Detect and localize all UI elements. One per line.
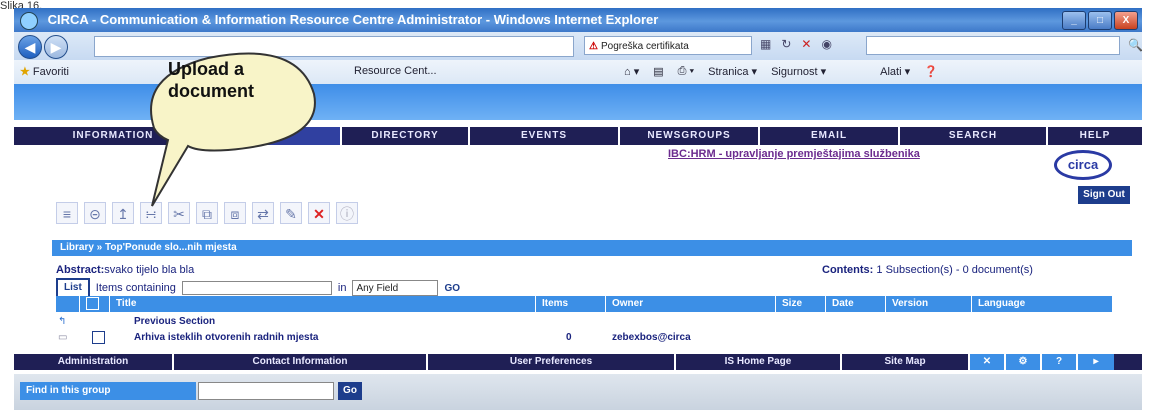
table-row[interactable]: ↰ Previous Section <box>56 314 1112 330</box>
tab-events[interactable]: EVENTS <box>470 127 620 145</box>
breadcrumb[interactable]: Library » Top'Ponude slo...nih mjesta <box>52 240 1132 256</box>
footer-nav: Administration Contact Information User … <box>14 354 1142 370</box>
live-search-icon[interactable]: ◉ <box>821 37 831 51</box>
row-items: 0 <box>566 332 572 343</box>
tab-newsgroups[interactable]: NEWSGROUPS <box>620 127 760 145</box>
forward-arrow-icon[interactable]: ▶ <box>44 35 68 59</box>
close-button[interactable]: X <box>1114 11 1138 30</box>
find-bar: Find in this group Go <box>14 374 1142 410</box>
nav-user-preferences[interactable]: User Preferences <box>428 354 676 370</box>
compat-icon[interactable]: ▦ <box>760 37 771 51</box>
star-icon: ★ <box>20 66 30 78</box>
settings-icon[interactable]: ⚙ <box>1006 354 1042 370</box>
find-label: Find in this group <box>20 382 196 400</box>
back-arrow-icon[interactable]: ◀ <box>18 35 42 59</box>
tab-search[interactable]: SEARCH <box>900 127 1048 145</box>
window-controls: _ □ X <box>1062 11 1138 30</box>
menu-spacer <box>14 127 52 145</box>
col-title[interactable]: Title <box>110 296 536 312</box>
nav-contact-information[interactable]: Contact Information <box>174 354 428 370</box>
remove-section-icon[interactable]: ⊝ <box>84 202 106 224</box>
circa-logo: circa <box>1054 150 1112 180</box>
contents-summary: Contents: 1 Subsection(s) - 0 document(s… <box>822 264 1033 276</box>
col-items[interactable]: Items <box>536 296 606 312</box>
minimize-button[interactable]: _ <box>1062 11 1086 30</box>
menu-tools[interactable]: Alati ▾ <box>880 65 910 78</box>
items-containing-label: Items containing <box>95 282 176 294</box>
command-bar: ⌂ ▾ ▤ ⎙ ▾ Stranica ▾ Sigurnost ▾ Alati ▾… <box>624 65 938 78</box>
field-select[interactable]: Any Field <box>352 280 439 296</box>
window-title: CIRCA - Communication & Information Reso… <box>47 12 659 27</box>
tab-email[interactable]: EMAIL <box>760 127 900 145</box>
col-owner[interactable]: Owner <box>606 296 776 312</box>
ie-logo-icon <box>20 12 38 30</box>
col-language[interactable]: Language <box>972 296 1112 312</box>
table-row[interactable]: ▭ Arhiva isteklih otvorenih radnih mjest… <box>56 330 1112 346</box>
refresh-icon[interactable]: ↻ <box>781 37 791 51</box>
tab-directory[interactable]: DIRECTORY <box>342 127 470 145</box>
up-folder-icon: ↰ <box>58 316 67 327</box>
callout-text: Upload a document <box>168 59 255 101</box>
folder-icon: ▭ <box>58 332 68 343</box>
col-date[interactable]: Date <box>826 296 886 312</box>
filter-row: List Items containing in Any Field GO <box>56 278 460 298</box>
filter-go-button[interactable]: GO <box>444 283 460 294</box>
home-icon[interactable]: ⌂ ▾ <box>624 65 639 78</box>
menu-page[interactable]: Stranica ▾ <box>708 65 757 78</box>
row-checkbox[interactable] <box>92 330 105 346</box>
sign-out-button[interactable]: Sign Out <box>1078 186 1130 204</box>
search-input[interactable] <box>866 36 1120 55</box>
col-size[interactable]: Size <box>776 296 826 312</box>
help-icon[interactable]: ? <box>1042 354 1078 370</box>
nav-administration[interactable]: Administration <box>14 354 174 370</box>
find-go-button[interactable]: Go <box>338 382 362 400</box>
table-header: Title Items Owner Size Date Version Lang… <box>56 296 1112 312</box>
row-title[interactable]: Arhiva isteklih otvorenih radnih mjesta <box>134 330 319 346</box>
favorites-button[interactable]: ★ Favoriti <box>20 65 69 78</box>
stop-icon[interactable]: ✕ <box>801 37 811 51</box>
tab-help[interactable]: HELP <box>1048 127 1142 145</box>
maximize-button[interactable]: □ <box>1088 11 1112 30</box>
help-icon[interactable]: ❓ <box>924 65 938 78</box>
info-icon[interactable]: ⓘ <box>336 202 358 224</box>
window-titlebar: CIRCA - Communication & Information Reso… <box>14 8 1142 32</box>
print-icon[interactable]: ⎙ ▾ <box>678 65 694 78</box>
find-input[interactable] <box>198 382 334 400</box>
browser-tab[interactable]: Resource Cent... <box>354 65 437 77</box>
more-icon[interactable]: ▸ <box>1078 354 1114 370</box>
list-button[interactable]: List <box>56 278 90 298</box>
col-version[interactable]: Version <box>886 296 972 312</box>
nav-site-map[interactable]: Site Map <box>842 354 970 370</box>
search-icon[interactable]: 🔍 <box>1128 38 1143 52</box>
feeds-icon[interactable]: ▤ <box>653 65 663 78</box>
in-label: in <box>337 282 347 294</box>
row-title[interactable]: Previous Section <box>134 314 215 330</box>
menu-security[interactable]: Sigurnost ▾ <box>771 65 826 78</box>
shield-icon: ⚠ <box>589 41 598 52</box>
col-icon <box>56 296 80 312</box>
group-link[interactable]: IBC:HRM - upravljanje premještajima služ… <box>668 148 920 160</box>
row-owner[interactable]: zebexbos@circa <box>612 330 691 346</box>
filter-input[interactable] <box>181 281 332 295</box>
abstract-text: Abstract:svako tijelo bla bla <box>56 264 195 276</box>
refresh-stop-icons: ▦ ↻ ✕ ◉ <box>760 37 832 51</box>
add-section-icon[interactable]: ≡ <box>56 202 78 224</box>
certificate-error-badge[interactable]: ⚠ Pogreška certifikata <box>584 36 752 55</box>
col-select-all[interactable] <box>80 296 110 312</box>
nav-is-home-page[interactable]: IS Home Page <box>676 354 842 370</box>
close-icon[interactable]: ✕ <box>970 354 1006 370</box>
